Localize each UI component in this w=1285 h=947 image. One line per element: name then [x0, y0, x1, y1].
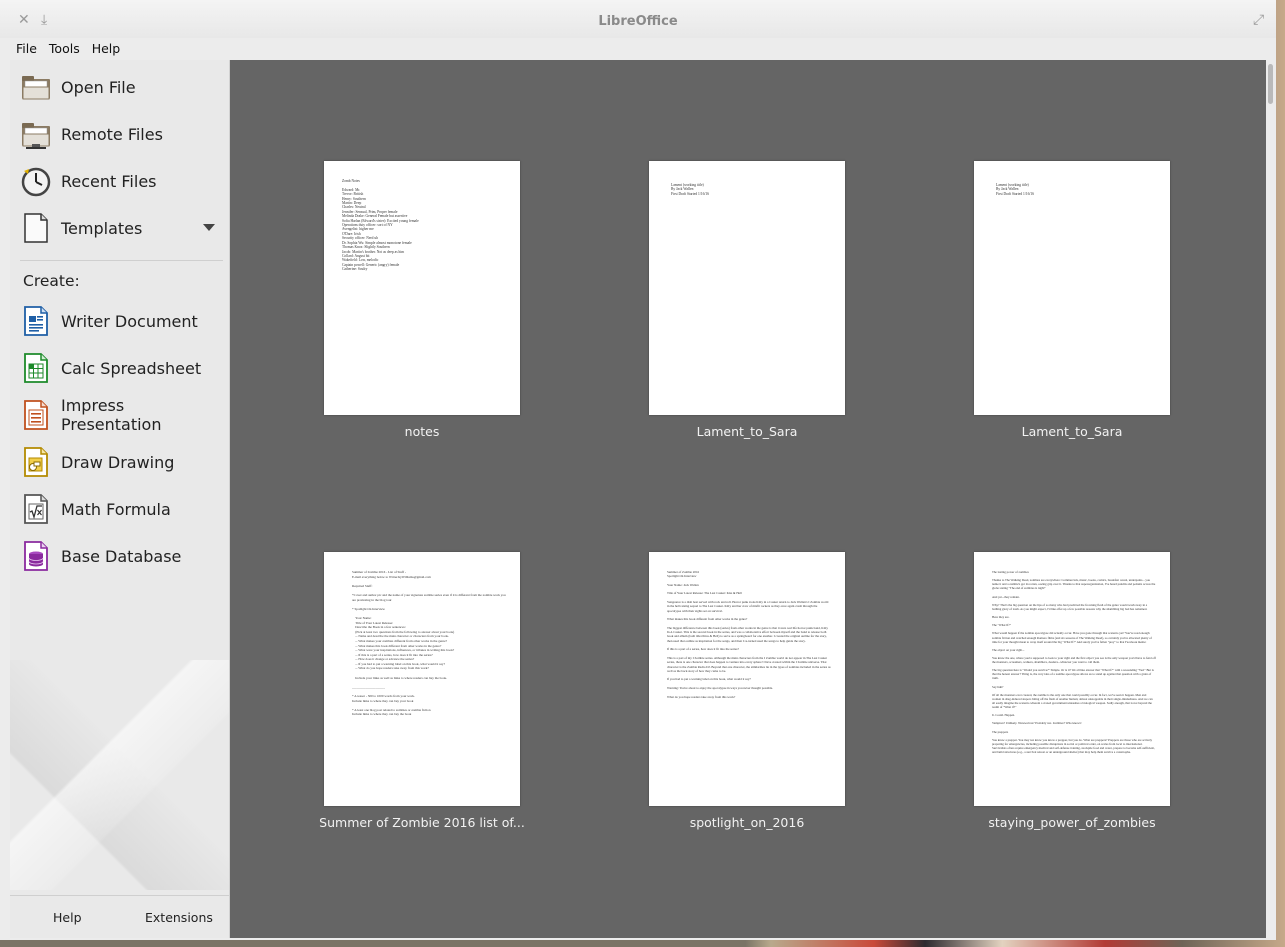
base-database-label: Base Database — [61, 546, 182, 566]
create-math-formula-button[interactable]: Math Formula — [10, 489, 229, 529]
sidebar: Open File Remote Files Recent Files Temp… — [10, 60, 230, 938]
recent-document-thumbnail[interactable]: Summer of Zombie 2016 Spotlight On Inter… — [649, 552, 845, 806]
draw-drawing-label: Draw Drawing — [61, 452, 175, 472]
sidebar-separator — [20, 260, 223, 261]
impress-presentation-label: Impress Presentation — [61, 396, 162, 434]
open-file-label: Open File — [61, 77, 136, 97]
recent-document-thumbnail[interactable]: Zomb Notes Edward: Mr. Trevor: British H… — [324, 161, 520, 415]
maximize-icon[interactable]: ⤢ — [1253, 12, 1264, 28]
libreoffice-start-center-window: ✕ ⤓ LibreOffice ⤢ File Tools Help Open Fil… — [0, 0, 1276, 940]
extensions-button[interactable]: Extensions — [145, 910, 213, 925]
recent-document-name: Lament_to_Sara — [1021, 424, 1123, 439]
menu-bar: File Tools Help — [0, 38, 760, 60]
base-icon — [24, 541, 48, 571]
menu-file[interactable]: File — [16, 41, 37, 56]
create-impress-presentation-button[interactable]: Impress Presentation — [10, 395, 229, 435]
create-draw-drawing-button[interactable]: Draw Drawing — [10, 442, 229, 482]
title-bar: ✕ ⤓ LibreOffice ⤢ — [0, 0, 1276, 38]
folder-icon — [22, 76, 50, 100]
create-calc-spreadsheet-button[interactable]: Calc Spreadsheet — [10, 348, 229, 388]
document-preview: Summer of Zombie 2016 Spotlight On Inter… — [667, 570, 831, 699]
clock-icon — [21, 167, 51, 197]
recent-document-thumbnail[interactable]: The lasting power of zombies Thanks to T… — [974, 552, 1170, 806]
help-button[interactable]: Help — [53, 910, 82, 925]
writer-document-label: Writer Document — [61, 311, 198, 331]
recent-document-name: Summer of Zombie 2016 list of... — [319, 815, 525, 830]
math-icon — [24, 494, 48, 524]
recent-documents-pane: Zomb Notes Edward: Mr. Trevor: British H… — [230, 60, 1266, 938]
impress-icon — [24, 400, 48, 430]
remote-files-label: Remote Files — [61, 124, 163, 144]
create-label: Create: — [23, 272, 80, 290]
remote-files-button[interactable]: Remote Files — [10, 114, 229, 154]
document-preview: The lasting power of zombies Thanks to T… — [992, 570, 1156, 755]
document-preview: Summer of Zombie 2016 - List of Stuff - … — [352, 570, 506, 717]
menu-help[interactable]: Help — [92, 41, 121, 56]
menu-tools[interactable]: Tools — [49, 41, 80, 56]
templates-button[interactable]: Templates — [10, 208, 229, 248]
sidebar-footer: Help Extensions — [10, 895, 229, 938]
template-document-icon — [24, 213, 48, 243]
recent-document-name: spotlight_on_2016 — [689, 815, 805, 830]
recent-document-name: Lament_to_Sara — [696, 424, 798, 439]
dropdown-arrow-icon[interactable] — [202, 223, 216, 232]
writer-icon — [24, 306, 48, 336]
recent-document-thumbnail[interactable]: Summer of Zombie 2016 - List of Stuff - … — [324, 552, 520, 806]
create-base-database-button[interactable]: Base Database — [10, 536, 229, 576]
vertical-scrollbar[interactable] — [1266, 60, 1276, 938]
recent-document-name: staying_power_of_zombies — [988, 815, 1156, 830]
math-formula-label: Math Formula — [61, 499, 171, 519]
calc-icon — [24, 353, 48, 383]
create-writer-document-button[interactable]: Writer Document — [10, 301, 229, 341]
document-preview: Zomb Notes Edward: Mr. Trevor: British H… — [342, 179, 419, 272]
sidebar-decoration — [10, 660, 229, 890]
open-file-button[interactable]: Open File — [10, 67, 229, 107]
recent-document-name: notes — [404, 424, 440, 439]
scrollbar-thumb[interactable] — [1268, 64, 1273, 104]
calc-spreadsheet-label: Calc Spreadsheet — [61, 358, 202, 378]
recent-files-label: Recent Files — [61, 171, 157, 191]
document-preview: Lament (working title) By Jack Wallen Fi… — [996, 183, 1035, 196]
recent-document-thumbnail[interactable]: Lament (working title) By Jack Wallen Fi… — [974, 161, 1170, 415]
recent-files-button[interactable]: Recent Files — [10, 161, 229, 201]
templates-label: Templates — [61, 218, 143, 238]
remote-folder-icon — [22, 123, 50, 149]
draw-icon — [24, 447, 48, 477]
document-preview: Lament (working title) By Jack Wallen Fi… — [671, 183, 710, 196]
window-title: LibreOffice — [598, 14, 678, 29]
recent-document-thumbnail[interactable]: Lament (working title) By Jack Wallen Fi… — [649, 161, 845, 415]
